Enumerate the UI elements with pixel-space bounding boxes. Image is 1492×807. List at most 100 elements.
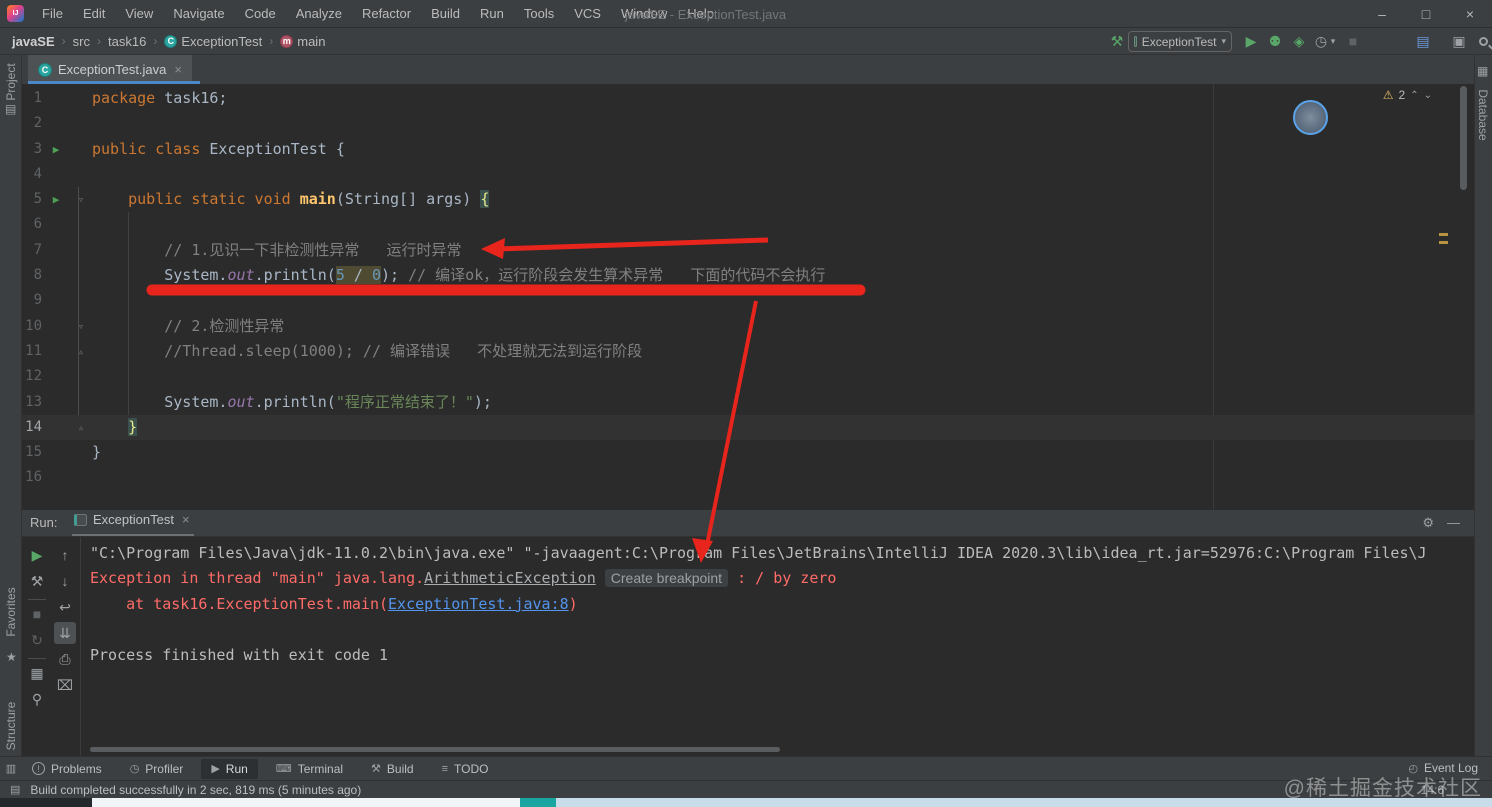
next-error-icon[interactable]: ⌄ [1424, 90, 1432, 101]
code-line: 4 [22, 162, 1474, 187]
console-hscrollbar[interactable] [90, 747, 780, 752]
line-number: 4 [33, 165, 42, 182]
window-controls: – □ × [1360, 0, 1492, 28]
toolwindow-button-todo[interactable]: ≡ TODO [432, 759, 499, 779]
menu-analyze[interactable]: Analyze [287, 2, 351, 25]
database-grid-icon[interactable]: ▦ [1477, 64, 1488, 78]
console-tab-exceptiontest[interactable]: ExceptionTest × [74, 512, 190, 527]
toolwindow-button-problems[interactable]: ! Problems [22, 759, 112, 779]
next-stack-trace-icon[interactable]: ↓ [54, 570, 76, 592]
pin-tab-icon[interactable]: ⚲ [26, 688, 48, 710]
fold-marker [70, 364, 92, 389]
restore-button[interactable]: □ [1404, 0, 1448, 28]
toolwindow-switcher-icon[interactable]: ▥ [0, 762, 22, 775]
error-stripe-mark[interactable] [1439, 233, 1448, 236]
code-editor[interactable]: 1 package task16; 2 3 ▶ public class Exceptio… [22, 84, 1474, 510]
stop-button[interactable]: ■ [26, 603, 48, 625]
toolwindow-favorites-button[interactable]: Favorites [4, 587, 18, 636]
gutter-icons [42, 238, 70, 263]
folder-icon[interactable]: ▤ [5, 102, 16, 116]
menu-view[interactable]: View [116, 2, 162, 25]
clear-console-icon[interactable]: ⌧ [54, 674, 76, 696]
run-line-icon[interactable]: ▶ [53, 137, 60, 162]
right-toolwindow-stripe [1474, 55, 1492, 756]
breadcrumb-src[interactable]: src [73, 34, 90, 49]
console-line: Process finished with exit code 1 [90, 645, 389, 664]
prev-error-icon[interactable]: ⌃ [1410, 90, 1418, 101]
toolwindow-button-label: Build [386, 761, 414, 776]
fold-marker[interactable]: ▵ [70, 415, 92, 440]
toolwindow-button-run[interactable]: ▶ Run [201, 758, 258, 779]
gear-icon[interactable]: ⚙ [1422, 515, 1434, 531]
line-number: 7 [33, 241, 42, 258]
minimize-button[interactable]: – [1360, 0, 1404, 28]
run-line-icon[interactable]: ▶ [53, 187, 60, 212]
watermark: @稀土掘金技术社区 [1283, 777, 1482, 800]
toolwindow-structure-button[interactable]: Structure [4, 702, 18, 751]
line-number: 14 [25, 418, 42, 435]
console-link[interactable]: ExceptionTest.java:8 [388, 595, 569, 613]
stop-button[interactable]: ■ [1342, 31, 1364, 51]
hide-panel-icon[interactable]: — [1447, 515, 1460, 530]
star-icon[interactable]: ★ [6, 650, 17, 664]
run-button[interactable]: ▶ [1240, 31, 1262, 51]
run-console[interactable]: ▶ ⚒ ■ ↻ ▦ ⚲ ↑ ↓ ↩ ⇊ ⎙ ⌧ "C:\Program Files\Java\jdk… [22, 537, 1474, 756]
console-tab-close-icon[interactable]: × [182, 512, 190, 527]
status-message[interactable]: Build completed successfully in 2 sec, 8… [30, 783, 361, 797]
code-text: System.out.println(5 / 0); // 编译ok，运行阶段会… [92, 266, 826, 285]
coverage-button[interactable]: ◈ [1288, 31, 1310, 51]
error-stripe-mark[interactable] [1439, 241, 1448, 244]
line-number: 8 [33, 267, 42, 284]
toolwindow-button-terminal[interactable]: ⌨ Terminal [266, 759, 353, 779]
code-text: // 2.检测性异常 [164, 316, 285, 335]
profiler-dropdown-icon[interactable]: ▾ [1328, 31, 1338, 51]
gutter-icons [42, 415, 70, 440]
fold-marker[interactable]: ▿ [70, 187, 92, 212]
toolwindow-button-build[interactable]: ⚒ Build [361, 759, 424, 779]
editor-scrollbar[interactable] [1460, 86, 1467, 190]
rerun-button[interactable]: ▶ [26, 544, 48, 566]
fold-marker[interactable]: ▵ [70, 339, 92, 364]
tab-close-icon[interactable]: × [174, 62, 182, 77]
create-breakpoint-hint: Create breakpoint [604, 569, 729, 588]
gutter-icons [42, 162, 70, 187]
menu-build[interactable]: Build [422, 2, 469, 25]
menu-tools[interactable]: Tools [515, 2, 563, 25]
menu-vcs[interactable]: VCS [565, 2, 610, 25]
scroll-to-end-icon[interactable]: ⇊ [54, 622, 76, 644]
breadcrumb-main[interactable]: m main [280, 34, 325, 49]
rerun-failed-icon[interactable]: ↻ [26, 629, 48, 651]
menu-file[interactable]: File [33, 2, 72, 25]
status-message-icon: ▤ [10, 784, 21, 796]
menu-code[interactable]: Code [236, 2, 285, 25]
toolwindows-button[interactable]: ▤ [1412, 31, 1434, 51]
build-wrench-icon[interactable]: ⚒ [26, 570, 48, 592]
toolwindow-button-profiler[interactable]: ◷ Profiler [120, 759, 194, 779]
toolwindow-project-button[interactable]: Project [4, 63, 18, 100]
inspections-widget[interactable]: ⚠ 2 ⌃ ⌄ [1383, 88, 1432, 102]
terminal-icon: ⌨ [275, 763, 292, 775]
soft-wrap-icon[interactable]: ↩ [54, 596, 76, 618]
debug-button[interactable]: ⚉ [1264, 31, 1286, 51]
fold-marker[interactable]: ▿ [70, 314, 92, 339]
print-icon[interactable]: ⎙ [54, 648, 76, 670]
run-anything-button[interactable]: ▣ [1448, 31, 1470, 51]
build-project-button[interactable]: ⚒ [1106, 31, 1128, 51]
menu-refactor[interactable]: Refactor [353, 2, 420, 25]
run-configuration-select[interactable]: ExceptionTest ▾ [1128, 31, 1232, 52]
search-everywhere-button[interactable] [1472, 31, 1492, 51]
menu-navigate[interactable]: Navigate [164, 2, 233, 25]
breadcrumb-exceptiontest[interactable]: C ExceptionTest [164, 34, 262, 49]
toolwindow-database-button[interactable]: Database [1476, 89, 1490, 140]
tab-exceptiontest-java[interactable]: C ExceptionTest.java × [28, 55, 192, 84]
menu-edit[interactable]: Edit [74, 2, 114, 25]
layout-settings-icon[interactable]: ▦ [26, 662, 48, 684]
breadcrumb-javase[interactable]: javaSE [12, 34, 55, 49]
menu-run[interactable]: Run [471, 2, 513, 25]
breadcrumb-task16[interactable]: task16 [108, 34, 146, 49]
console-link[interactable]: ArithmeticException [424, 569, 596, 587]
prev-stack-trace-icon[interactable]: ↑ [54, 544, 76, 566]
console-toolbar: ↑ ↓ ↩ ⇊ ⎙ ⌧ [52, 537, 78, 700]
close-button[interactable]: × [1448, 0, 1492, 28]
toolwindow-bar: ▥ ! Problems ◷ Profiler ▶ Run ⌨ Terminal ⚒ Build ≡… [0, 756, 1492, 780]
